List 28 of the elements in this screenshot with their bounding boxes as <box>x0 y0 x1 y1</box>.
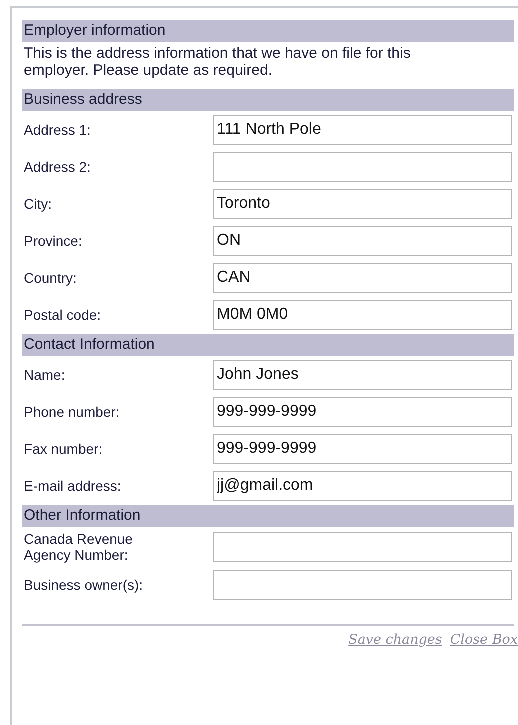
field-label: Address 2: <box>23 159 92 175</box>
input-field[interactable] <box>213 532 512 562</box>
section-header: Other Information <box>22 505 514 527</box>
field-label: Fax number: <box>23 441 104 457</box>
input-field[interactable] <box>213 152 512 182</box>
field-label: Postal code: <box>23 307 102 323</box>
intro-text: This is the address information that we have on file for this employer. Please update as required. <box>23 44 412 81</box>
input-field[interactable]: 111 North Pole <box>213 115 512 145</box>
field-label: Phone number: <box>23 404 121 420</box>
field-label: E-mail address: <box>23 478 122 494</box>
input-field[interactable]: 999-999-9999 <box>213 434 512 464</box>
field-label: Country: <box>23 270 78 286</box>
field-label: Name: <box>23 367 66 383</box>
input-field[interactable] <box>213 570 512 600</box>
input-field[interactable]: Toronto <box>213 189 512 219</box>
section-header: Contact Information <box>22 334 514 356</box>
input-field[interactable]: M0M 0M0 <box>213 300 512 330</box>
input-field[interactable]: CAN <box>213 263 512 293</box>
field-label: City: <box>23 196 53 212</box>
field-label: Province: <box>23 233 84 249</box>
input-field[interactable]: John Jones <box>213 360 512 390</box>
input-field[interactable]: 999-999-9999 <box>213 397 512 427</box>
section-header: Business address <box>22 89 514 111</box>
field-label: Address 1: <box>23 122 92 138</box>
field-label: Business owner(s): <box>23 577 144 593</box>
field-label: Canada Revenue Agency Number: <box>23 531 134 563</box>
input-field[interactable]: ON <box>213 226 512 256</box>
section-header: Employer information <box>22 20 514 42</box>
